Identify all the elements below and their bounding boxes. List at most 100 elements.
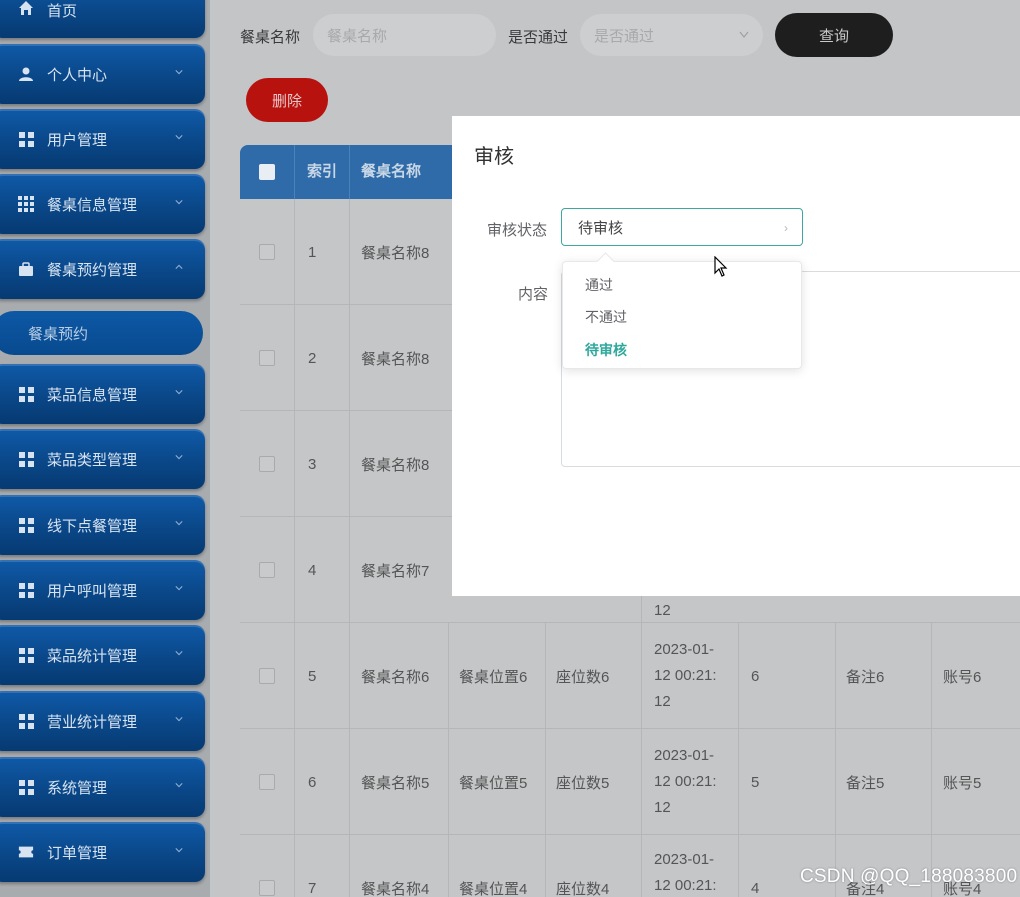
cell-seats: 座位数6: [545, 623, 641, 729]
home-icon: [18, 0, 34, 16]
sidebar-subitem-reservation[interactable]: 餐桌预约: [0, 311, 203, 355]
sidebar-item-business-stats[interactable]: 营业统计管理: [0, 691, 205, 751]
cell-table-name: 餐桌名称4: [349, 835, 448, 897]
cell-table-name: 餐桌名称5: [349, 729, 448, 835]
sidebar-item-label: 营业统计管理: [47, 713, 138, 731]
status-dropdown: 通过 不通过 待审核: [562, 261, 802, 369]
sidebar-item-label: 餐桌预约管理: [47, 261, 138, 279]
sidebar-item-orders[interactable]: 订单管理: [0, 822, 205, 882]
chevron-down-icon: [175, 390, 183, 395]
sidebar-item-label: 首页: [47, 3, 78, 20]
chevron-right-icon: ›: [784, 221, 788, 235]
grid-icon: [18, 451, 34, 467]
sidebar-item-table-reservation[interactable]: 餐桌预约管理: [0, 239, 205, 299]
sidebar-item-label: 用户管理: [47, 131, 108, 149]
cell-location: 餐桌位置4: [448, 835, 545, 897]
sidebar-item-label: 菜品信息管理: [47, 386, 138, 404]
table-row: 5 餐桌名称6 餐桌位置6 座位数6 2023-01- 12 00:21: 12…: [240, 623, 1020, 729]
time-line: 12: [654, 602, 671, 619]
sidebar-item-personal-center[interactable]: 个人中心: [0, 44, 205, 104]
sidebar-item-dish-type[interactable]: 菜品类型管理: [0, 429, 205, 489]
sidebar-item-label: 订单管理: [47, 844, 108, 862]
time-line: 12 00:21:: [654, 773, 717, 790]
chevron-down-icon: [175, 70, 183, 75]
grid-icon: [18, 647, 34, 663]
row-checkbox[interactable]: [259, 562, 275, 578]
cell-table-name: 餐桌名称8: [349, 199, 448, 305]
option-rejected[interactable]: 不通过: [585, 307, 627, 327]
chevron-down-icon: [175, 651, 183, 656]
chevron-up-icon: [175, 264, 183, 269]
person-icon: [18, 66, 34, 82]
row-checkbox[interactable]: [259, 774, 275, 790]
cell-time: 2023-01- 12 00:21:: [641, 835, 738, 897]
review-dialog: 审核 审核状态 待审核 › 内容 通过 不通过 待审核: [452, 116, 1020, 596]
sidebar-item-label: 系统管理: [47, 779, 108, 797]
time-line: 2023-01-: [654, 851, 715, 868]
sidebar-item-label: 个人中心: [47, 66, 108, 84]
cell-index: 5: [294, 623, 349, 729]
apps-icon: [18, 196, 34, 212]
option-pending[interactable]: 待审核: [585, 340, 627, 360]
approved-select[interactable]: 是否通过: [580, 14, 763, 56]
time-line: 12 00:21:: [654, 877, 717, 894]
time-line: 12 00:21:: [654, 667, 717, 684]
status-select-value: 待审核: [578, 219, 624, 237]
row-checkbox[interactable]: [259, 350, 275, 366]
sidebar-item-user-call[interactable]: 用户呼叫管理: [0, 560, 205, 620]
delete-button[interactable]: 删除: [246, 78, 328, 122]
row-checkbox[interactable]: [259, 456, 275, 472]
header-index: 索引: [294, 145, 349, 199]
approved-label: 是否通过: [508, 29, 569, 46]
cell-index: 6: [294, 729, 349, 835]
select-all-checkbox[interactable]: [259, 164, 275, 180]
cell-seats: 座位数5: [545, 729, 641, 835]
grid-icon: [18, 779, 34, 795]
cell-index: 3: [294, 411, 349, 517]
status-select[interactable]: 待审核 ›: [561, 208, 803, 246]
chevron-down-icon: [175, 521, 183, 526]
cell-account: 账号5: [931, 729, 1020, 835]
cell-remark: 备注5: [835, 729, 931, 835]
select-all-cell: [240, 145, 294, 199]
grid-icon: [18, 386, 34, 402]
table-name-input[interactable]: 餐桌名称: [313, 14, 496, 56]
cell-table-name: 餐桌名称8: [349, 411, 448, 517]
sidebar-item-system[interactable]: 系统管理: [0, 757, 205, 817]
sidebar-item-label: 菜品统计管理: [47, 647, 138, 665]
table-name-placeholder: 餐桌名称: [327, 27, 388, 45]
cell-time: 2023-01- 12 00:21: 12: [641, 623, 738, 729]
cell-location: 餐桌位置5: [448, 729, 545, 835]
cell-count: 6: [738, 623, 835, 729]
row-checkbox[interactable]: [259, 244, 275, 260]
ticket-icon: [18, 844, 34, 860]
watermark: CSDN @QQ_188083800: [800, 866, 1018, 887]
sidebar-item-home[interactable]: 首页: [0, 0, 205, 38]
cell-table-name: 餐桌名称7: [349, 517, 448, 623]
sidebar-item-dish-stats[interactable]: 菜品统计管理: [0, 625, 205, 685]
cell-seats: 座位数4: [545, 835, 641, 897]
cell-account: 账号6: [931, 623, 1020, 729]
chevron-down-icon: [175, 455, 183, 460]
grid-icon: [18, 713, 34, 729]
sidebar-item-user-management[interactable]: 用户管理: [0, 109, 205, 169]
query-button-label: 查询: [818, 27, 849, 45]
sidebar: 首页 个人中心 用户管理 餐桌信息管理 餐桌预约管理 餐桌预约 菜品信息管理 菜…: [0, 0, 210, 897]
sidebar-item-label: 线下点餐管理: [47, 517, 138, 535]
cell-index: 4: [294, 517, 349, 623]
query-button[interactable]: 查询: [775, 13, 893, 57]
chevron-down-icon: [175, 717, 183, 722]
chevron-down-icon: [175, 848, 183, 853]
content-label: 内容: [518, 286, 549, 303]
sidebar-item-table-info[interactable]: 餐桌信息管理: [0, 174, 205, 234]
sidebar-item-dish-info[interactable]: 菜品信息管理: [0, 364, 205, 424]
delete-button-label: 删除: [271, 92, 302, 110]
time-line: 2023-01-: [654, 747, 715, 764]
chevron-down-icon: [175, 200, 183, 205]
row-checkbox[interactable]: [259, 880, 275, 896]
cell-remark: 备注6: [835, 623, 931, 729]
option-approved[interactable]: 通过: [585, 275, 613, 295]
cell-location: 餐桌位置6: [448, 623, 545, 729]
row-checkbox[interactable]: [259, 668, 275, 684]
sidebar-item-offline-order[interactable]: 线下点餐管理: [0, 495, 205, 555]
